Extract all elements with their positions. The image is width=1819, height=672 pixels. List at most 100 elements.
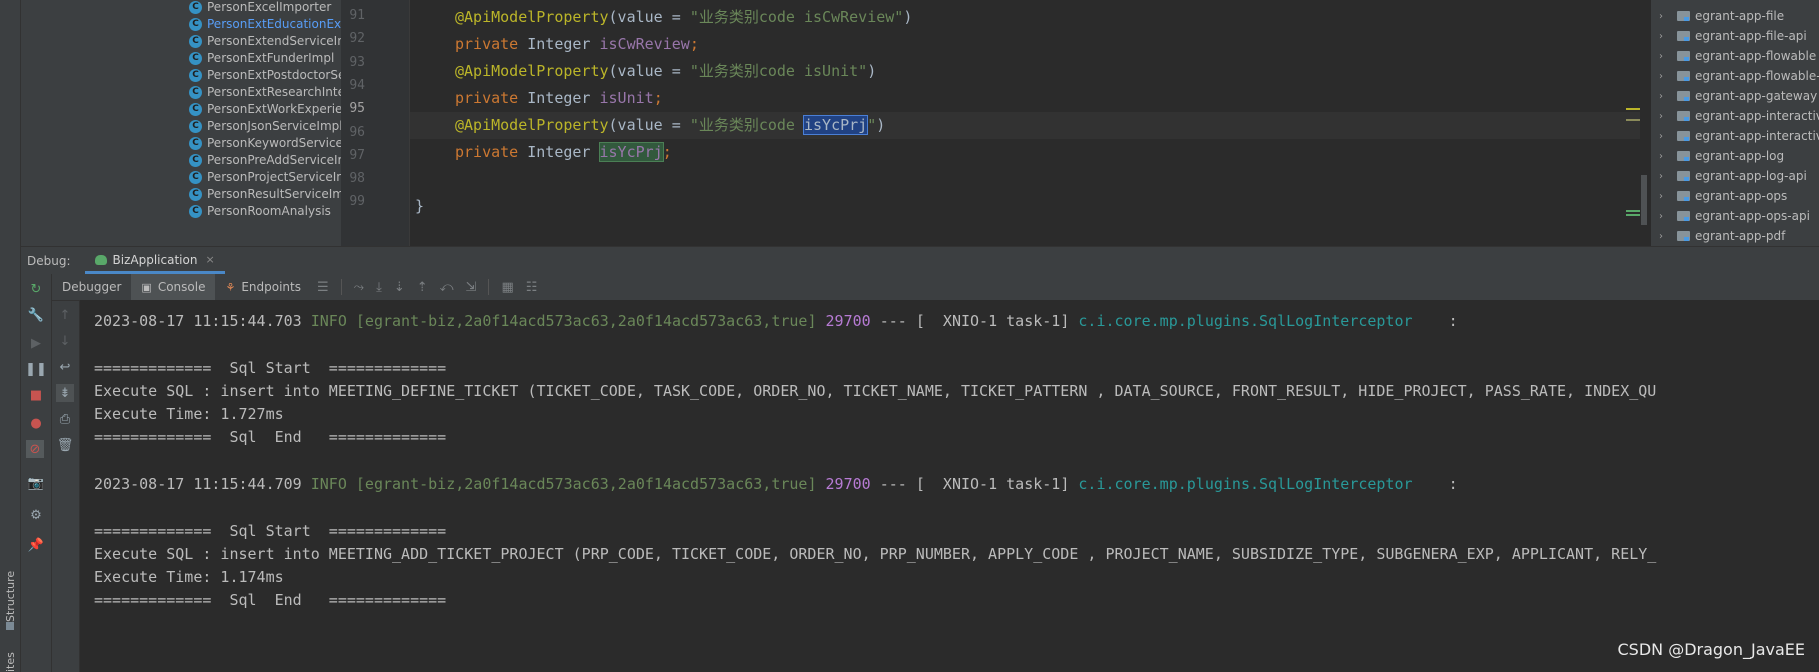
run-to-cursor-icon[interactable]: ⇲: [466, 280, 477, 295]
module-tree-item[interactable]: › egrant-app-flowable: [1659, 46, 1816, 66]
chevron-right-icon[interactable]: ›: [1659, 211, 1671, 222]
scrollbar-thumb[interactable]: [1641, 175, 1647, 225]
string-literal: "业务类别code isUnit": [689, 62, 868, 80]
module-tree-item[interactable]: › egrant-app-gateway: [1659, 86, 1817, 106]
class-icon: C: [189, 187, 202, 201]
tab-endpoints[interactable]: ⚘ Endpoints: [215, 274, 311, 300]
chevron-right-icon[interactable]: ›: [1659, 171, 1671, 182]
trash-icon[interactable]: 🗑: [56, 436, 74, 454]
module-tree-item[interactable]: › egrant-app-interactive: [1659, 106, 1819, 126]
line-number[interactable]: 95: [341, 101, 365, 116]
stop-icon[interactable]: ■: [27, 386, 45, 404]
camera-icon[interactable]: 📷: [27, 474, 45, 492]
string-literal: ": [867, 116, 877, 134]
tree-item-label: PersonExtResearchInte: [207, 85, 341, 99]
type-name: Integer: [518, 143, 600, 161]
keyword: private: [455, 143, 519, 161]
up-arrow-icon[interactable]: ↑: [56, 306, 74, 324]
structure-icon: [6, 622, 14, 630]
code-line-94[interactable]: private Integer isUnit;: [410, 85, 1650, 112]
chevron-right-icon[interactable]: ›: [1659, 91, 1671, 102]
module-tree-item[interactable]: › egrant-app-ops-api: [1659, 206, 1810, 226]
gear-icon[interactable]: ⚙: [27, 506, 45, 524]
module-label: egrant-app-flowable: [1695, 49, 1817, 63]
module-tree-item[interactable]: › egrant-app-pdf: [1659, 226, 1785, 246]
line-number[interactable]: 94: [341, 78, 365, 93]
code-line-93[interactable]: @ApiModelProperty(value = "业务类别code isUn…: [410, 58, 1650, 85]
step-into-icon[interactable]: ⇣: [394, 280, 405, 295]
step-out-icon[interactable]: ⇡: [417, 280, 428, 295]
change-marker: [1626, 210, 1640, 212]
code-line-95-current[interactable]: @ApiModelProperty(value = "业务类别code isYc…: [410, 112, 1650, 139]
down-arrow-icon[interactable]: ↓: [56, 332, 74, 350]
class-icon: C: [189, 102, 202, 116]
log-logger-link[interactable]: c.i.core.mp.plugins.SqlLogInterceptor: [1078, 312, 1412, 330]
module-folder-icon: [1677, 211, 1690, 221]
line-number[interactable]: 91: [341, 8, 365, 23]
module-tree-item[interactable]: › egrant-app-log: [1659, 146, 1784, 166]
line-number[interactable]: 93: [341, 55, 365, 70]
module-tree-item[interactable]: › egrant-app-ops: [1659, 186, 1787, 206]
endpoints-icon: ⚘: [225, 280, 236, 294]
mute-breakpoints-icon[interactable]: ⊘: [26, 440, 44, 458]
selected-text[interactable]: isYcPrj: [802, 115, 869, 135]
drop-frame-icon[interactable]: ⤺: [440, 280, 454, 295]
chevron-right-icon[interactable]: ›: [1659, 51, 1671, 62]
scroll-to-end-icon[interactable]: ⇟: [56, 384, 74, 402]
module-tree-item[interactable]: › egrant-app-file-api: [1659, 26, 1807, 46]
chevron-right-icon[interactable]: ›: [1659, 111, 1671, 122]
layout-menu-icon[interactable]: ☰: [317, 280, 329, 295]
code-line-92[interactable]: private Integer isCwReview;: [410, 31, 1650, 58]
run-config-tab[interactable]: BizApplication ×: [84, 248, 225, 274]
chevron-right-icon[interactable]: ›: [1659, 231, 1671, 242]
rerun-icon[interactable]: ↻: [27, 280, 45, 298]
tree-item-label: PersonJsonServiceImpl: [207, 119, 341, 133]
view-breakpoints-icon[interactable]: ●: [27, 414, 45, 432]
code-line-98[interactable]: }: [410, 193, 1650, 220]
close-icon[interactable]: ×: [205, 253, 214, 266]
console-output[interactable]: 2023-08-17 11:15:44.703 INFO [egrant-biz…: [80, 300, 1819, 672]
tree-item-class[interactable]: C PersonRoomAnalysis: [189, 201, 341, 221]
tree-item-label: PersonRoomAnalysis: [207, 204, 331, 218]
favorites-tool-tab[interactable]: ites: [4, 652, 17, 672]
chevron-right-icon[interactable]: ›: [1659, 31, 1671, 42]
chevron-right-icon[interactable]: ›: [1659, 11, 1671, 22]
step-over-icon[interactable]: ⤓: [376, 280, 382, 295]
line-number[interactable]: 97: [341, 148, 365, 163]
chevron-right-icon[interactable]: ›: [1659, 71, 1671, 82]
module-tree-item[interactable]: › egrant-app-flowable-: [1659, 66, 1819, 86]
line-number[interactable]: 92: [341, 31, 365, 46]
line-number[interactable]: 98: [341, 171, 365, 186]
module-folder-icon: [1677, 91, 1690, 101]
code-editor[interactable]: @ApiModelProperty(value = "业务类别code isCw…: [410, 0, 1650, 246]
annotation-marker: [1626, 108, 1640, 110]
module-tree-item[interactable]: › egrant-app-interactive: [1659, 126, 1819, 146]
log-logger-link[interactable]: c.i.core.mp.plugins.SqlLogInterceptor: [1078, 475, 1412, 493]
evaluate-expression-icon[interactable]: ▦: [501, 280, 513, 295]
line-number[interactable]: 99: [341, 194, 365, 209]
tab-console[interactable]: ▣ Console: [131, 274, 216, 300]
module-tree-item[interactable]: › egrant-app-file: [1659, 6, 1784, 26]
module-tree-item[interactable]: › egrant-app-log-api: [1659, 166, 1807, 186]
tree-item-label: PersonExtEducationExp: [207, 17, 341, 31]
chevron-right-icon[interactable]: ›: [1659, 131, 1671, 142]
editor-scrollbar[interactable]: [1626, 0, 1650, 246]
resume-icon[interactable]: ▶: [27, 334, 45, 352]
print-icon[interactable]: ⎙: [56, 410, 74, 428]
code-line-91[interactable]: @ApiModelProperty(value = "业务类别code isCw…: [410, 4, 1650, 31]
line-number[interactable]: 96: [341, 125, 365, 140]
keyword: private: [455, 35, 519, 53]
wrench-icon[interactable]: 🔧: [27, 306, 45, 324]
pin-icon[interactable]: 📌: [27, 536, 45, 554]
trace-icon[interactable]: ☷: [526, 280, 538, 295]
module-label: egrant-app-ops: [1695, 189, 1788, 203]
module-label: egrant-app-interactive: [1695, 109, 1819, 123]
chevron-right-icon[interactable]: ›: [1659, 191, 1671, 202]
chevron-right-icon[interactable]: ›: [1659, 151, 1671, 162]
tab-debugger[interactable]: Debugger: [52, 274, 131, 300]
soft-wrap-icon[interactable]: ↩: [56, 358, 74, 376]
pause-icon[interactable]: ❚❚: [25, 360, 47, 378]
show-execution-point-icon[interactable]: ⤳: [354, 280, 364, 295]
structure-tool-tab[interactable]: Structure: [4, 571, 17, 622]
code-line-96[interactable]: private Integer isYcPrj;: [410, 139, 1650, 166]
